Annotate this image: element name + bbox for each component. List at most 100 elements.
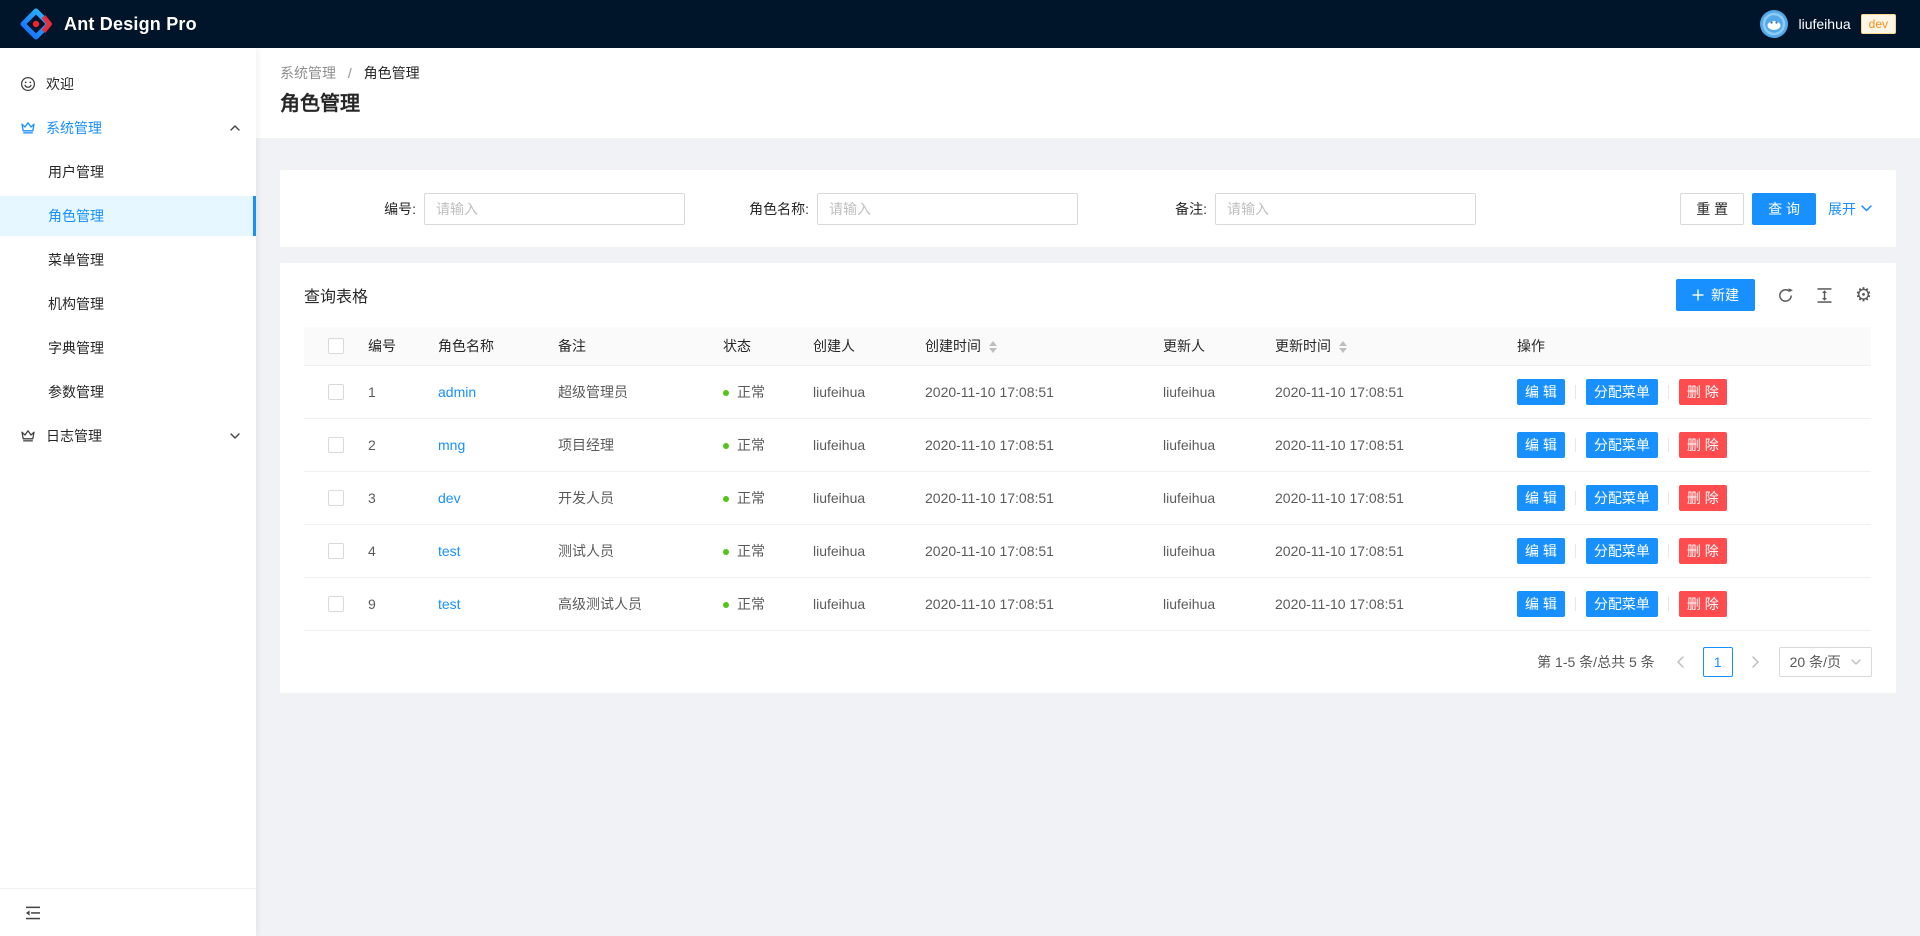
new-button[interactable]: 新建	[1676, 279, 1755, 311]
sidebar-group-label: 系统管理	[46, 118, 230, 138]
divider	[1668, 597, 1669, 611]
app-header: Ant Design Pro liufeihua dev	[0, 0, 1920, 48]
role-name-link[interactable]: test	[438, 543, 461, 559]
sidebar-item-label: 字典管理	[48, 338, 104, 358]
page-number[interactable]: 1	[1703, 647, 1733, 677]
cell-created: 2020-11-10 17:08:51	[909, 418, 1147, 471]
status-badge: 正常	[737, 490, 765, 506]
page-header: 系统管理 / 角色管理 角色管理	[256, 48, 1920, 138]
cell-updated: 2020-11-10 17:08:51	[1259, 365, 1501, 418]
cell-updated: 2020-11-10 17:08:51	[1259, 524, 1501, 577]
edit-button[interactable]: 编 辑	[1517, 538, 1565, 564]
user-avatar[interactable]	[1760, 10, 1788, 38]
expand-link[interactable]: 展开	[1828, 199, 1872, 219]
sidebar-item-dict-mgmt[interactable]: 字典管理	[0, 328, 256, 368]
cell-remark: 超级管理员	[542, 365, 707, 418]
select-all-checkbox[interactable]	[328, 338, 344, 354]
filter-remark-label: 备注:	[1175, 199, 1207, 219]
filter-id-input[interactable]	[424, 193, 685, 225]
prev-page-icon[interactable]	[1665, 647, 1695, 677]
breadcrumb-separator: /	[348, 65, 352, 81]
cell-updater: liufeihua	[1147, 577, 1259, 630]
plus-icon	[1692, 289, 1704, 301]
page-size-select[interactable]: 20 条/页	[1779, 647, 1872, 677]
divider	[1668, 544, 1669, 558]
col-created-sortable[interactable]: 创建时间	[909, 327, 1147, 365]
sidebar: 欢迎 系统管理 用户管理 角色管理	[0, 48, 256, 936]
density-icon[interactable]	[1816, 287, 1833, 304]
row-checkbox[interactable]	[328, 543, 344, 559]
role-name-link[interactable]: admin	[438, 384, 476, 400]
cell-id: 2	[352, 418, 422, 471]
sidebar-group-system[interactable]: 系统管理	[0, 108, 256, 148]
role-name-link[interactable]: dev	[438, 490, 461, 506]
cell-remark: 开发人员	[542, 471, 707, 524]
col-creator: 创建人	[797, 327, 909, 365]
chevron-down-icon	[230, 433, 240, 439]
breadcrumb-current: 角色管理	[364, 65, 420, 81]
edit-button[interactable]: 编 辑	[1517, 379, 1565, 405]
status-dot	[723, 443, 729, 449]
col-role-name: 角色名称	[422, 327, 542, 365]
filter-role-name-label: 角色名称:	[749, 199, 809, 219]
divider	[1668, 385, 1669, 399]
row-checkbox[interactable]	[328, 596, 344, 612]
status-dot	[723, 602, 729, 608]
row-checkbox[interactable]	[328, 437, 344, 453]
filter-role-name-input[interactable]	[817, 193, 1078, 225]
breadcrumb: 系统管理 / 角色管理	[280, 62, 1896, 84]
next-page-icon[interactable]	[1741, 647, 1771, 677]
query-table-card: 查询表格 新建	[280, 263, 1896, 693]
cell-created: 2020-11-10 17:08:51	[909, 471, 1147, 524]
role-name-link[interactable]: mng	[438, 437, 465, 453]
reload-icon[interactable]	[1777, 287, 1794, 304]
row-checkbox[interactable]	[328, 490, 344, 506]
col-updater: 更新人	[1147, 327, 1259, 365]
delete-button[interactable]: 删 除	[1679, 432, 1727, 458]
chevron-down-icon	[1861, 205, 1872, 212]
table-row: 2 mng 项目经理 正常 liufeihua 2020-11-10 17:08…	[304, 418, 1871, 471]
cell-id: 4	[352, 524, 422, 577]
delete-button[interactable]: 删 除	[1679, 591, 1727, 617]
assign-menu-button[interactable]: 分配菜单	[1586, 432, 1658, 458]
breadcrumb-parent[interactable]: 系统管理	[280, 65, 336, 81]
sidebar-group-label: 日志管理	[46, 426, 230, 446]
delete-button[interactable]: 删 除	[1679, 538, 1727, 564]
edit-button[interactable]: 编 辑	[1517, 432, 1565, 458]
filter-remark-input[interactable]	[1215, 193, 1476, 225]
delete-button[interactable]: 删 除	[1679, 485, 1727, 511]
sidebar-group-log[interactable]: 日志管理	[0, 416, 256, 456]
reset-button[interactable]: 重 置	[1680, 193, 1744, 225]
sidebar-item-user-mgmt[interactable]: 用户管理	[0, 152, 256, 192]
cell-id: 1	[352, 365, 422, 418]
table-header-row: 编号 角色名称 备注 状态 创建人 创建时间 更新人 更新时间 操作	[304, 327, 1871, 365]
cell-created: 2020-11-10 17:08:51	[909, 577, 1147, 630]
env-tag: dev	[1861, 14, 1896, 34]
assign-menu-button[interactable]: 分配菜单	[1586, 591, 1658, 617]
delete-button[interactable]: 删 除	[1679, 379, 1727, 405]
col-status: 状态	[707, 327, 797, 365]
sidebar-item-role-mgmt[interactable]: 角色管理	[0, 196, 256, 236]
divider	[1668, 438, 1669, 452]
menu-fold-icon[interactable]	[24, 904, 42, 922]
sidebar-item-label: 参数管理	[48, 382, 104, 402]
assign-menu-button[interactable]: 分配菜单	[1586, 485, 1658, 511]
sidebar-item-org-mgmt[interactable]: 机构管理	[0, 284, 256, 324]
search-button[interactable]: 查 询	[1752, 193, 1816, 225]
assign-menu-button[interactable]: 分配菜单	[1586, 379, 1658, 405]
sidebar-item-welcome[interactable]: 欢迎	[0, 64, 256, 104]
assign-menu-button[interactable]: 分配菜单	[1586, 538, 1658, 564]
cell-id: 9	[352, 577, 422, 630]
brand[interactable]: Ant Design Pro	[20, 8, 197, 40]
table-row: 1 admin 超级管理员 正常 liufeihua 2020-11-10 17…	[304, 365, 1871, 418]
role-name-link[interactable]: test	[438, 596, 461, 612]
username[interactable]: liufeihua	[1798, 16, 1850, 32]
cell-updater: liufeihua	[1147, 418, 1259, 471]
col-updated-sortable[interactable]: 更新时间	[1259, 327, 1501, 365]
sidebar-item-menu-mgmt[interactable]: 菜单管理	[0, 240, 256, 280]
edit-button[interactable]: 编 辑	[1517, 591, 1565, 617]
sidebar-item-param-mgmt[interactable]: 参数管理	[0, 372, 256, 412]
row-checkbox[interactable]	[328, 384, 344, 400]
settings-gear-icon[interactable]: ⚙	[1855, 287, 1872, 303]
edit-button[interactable]: 编 辑	[1517, 485, 1565, 511]
